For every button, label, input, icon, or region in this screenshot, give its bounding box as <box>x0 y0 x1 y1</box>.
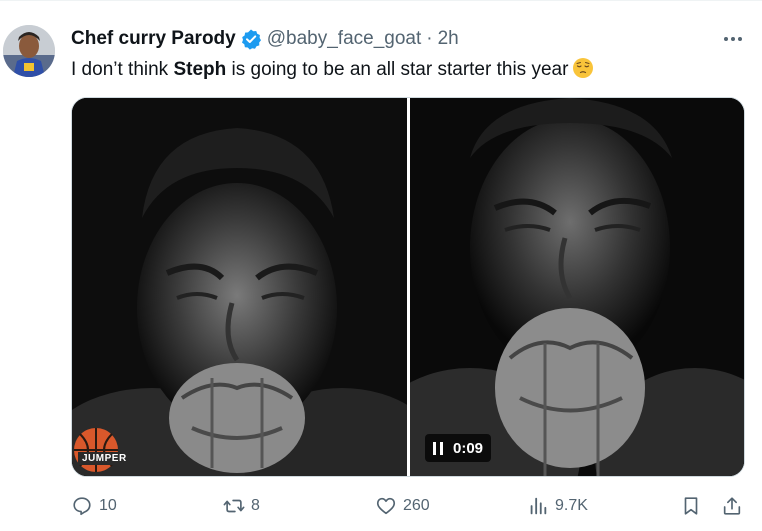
action-bar: 10 8 260 9.7K <box>71 491 748 521</box>
tweet-header: Chef curry Parody @baby_face_goat · 2h <box>71 27 459 51</box>
reply-button[interactable]: 10 <box>71 491 117 521</box>
tweet-text-bold: Steph <box>173 59 227 80</box>
repost-icon <box>223 499 245 513</box>
like-count: 260 <box>403 497 430 514</box>
timestamp[interactable]: 2h <box>438 28 459 50</box>
tweet-card[interactable]: Chef curry Parody @baby_face_goat · 2h I… <box>0 0 762 531</box>
more-horizontal-icon <box>724 37 742 41</box>
media-container[interactable]: JUMPER 0:09 <box>71 97 745 477</box>
tweet-text: I don’t think Steph is going to be an al… <box>71 57 594 83</box>
pensive-face-emoji-icon <box>572 57 594 79</box>
share-icon <box>723 497 741 515</box>
view-count: 9.7K <box>555 497 588 514</box>
bookmark-button[interactable] <box>680 491 702 521</box>
reply-icon <box>73 497 91 516</box>
tweet-text-end: is going to be an all star starter this … <box>226 59 569 80</box>
watermark-label: JUMPER <box>78 452 131 465</box>
like-button[interactable]: 260 <box>375 491 430 521</box>
user-handle[interactable]: @baby_face_goat <box>267 28 422 50</box>
reply-count: 10 <box>99 497 117 514</box>
views-button[interactable]: 9.7K <box>527 491 588 521</box>
video-playback-control[interactable]: 0:09 <box>425 434 492 462</box>
bookmark-icon <box>684 497 698 515</box>
verified-badge-icon[interactable] <box>240 28 262 50</box>
tweet-text-start: I don’t think <box>71 59 174 80</box>
heart-icon <box>376 497 396 515</box>
media-image-left[interactable]: JUMPER <box>72 98 407 476</box>
repost-button[interactable]: 8 <box>223 491 260 521</box>
avatar[interactable] <box>3 25 55 77</box>
display-name[interactable]: Chef curry Parody <box>71 28 236 50</box>
views-chart-icon <box>530 497 547 515</box>
media-video-right[interactable] <box>410 98 744 476</box>
repost-count: 8 <box>251 497 260 514</box>
pause-icon[interactable] <box>433 441 443 455</box>
more-options-button[interactable] <box>718 27 748 51</box>
video-time: 0:09 <box>453 439 484 457</box>
separator-dot: · <box>426 28 433 49</box>
share-button[interactable] <box>721 491 743 521</box>
